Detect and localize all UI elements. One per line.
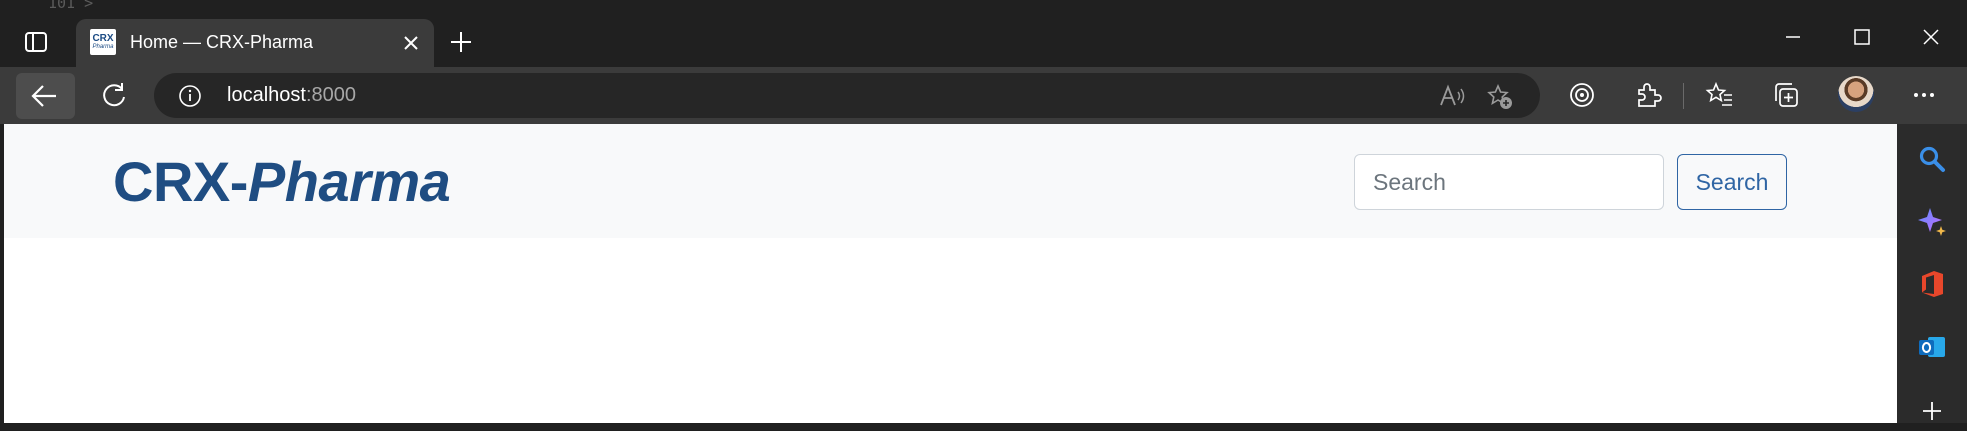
collections-icon[interactable] — [1771, 80, 1801, 110]
add-icon[interactable] — [1917, 396, 1947, 426]
maximize-icon[interactable] — [1847, 22, 1877, 52]
search-button[interactable]: Search — [1677, 154, 1787, 210]
add-favorite-icon[interactable] — [1486, 83, 1514, 111]
read-aloud-icon[interactable] — [1438, 83, 1468, 109]
address-bar[interactable]: localhost:8000 — [154, 73, 1540, 118]
close-tab-icon[interactable] — [400, 32, 422, 54]
tab-title: Home — CRX-Pharma — [130, 32, 314, 52]
tab-home[interactable]: CRX Pharma Home — CRX-Pharma — [76, 19, 434, 67]
refresh-icon[interactable] — [96, 77, 132, 113]
browser-toolbar: localhost:8000 — [0, 67, 1967, 124]
search-input[interactable] — [1354, 154, 1664, 210]
more-icon[interactable] — [1909, 80, 1939, 110]
new-tab-icon[interactable] — [447, 28, 475, 56]
tab-actions-icon[interactable] — [22, 28, 50, 56]
tracking-icon[interactable] — [1567, 80, 1597, 110]
browser-sidebar — [1897, 124, 1967, 423]
back-icon — [31, 85, 56, 107]
office-icon[interactable] — [1917, 269, 1947, 299]
brand-logo[interactable]: CRX-Pharma — [113, 154, 451, 210]
minimize-icon[interactable] — [1778, 22, 1808, 52]
close-window-icon[interactable] — [1916, 22, 1946, 52]
tab-strip: 101 > CRX Pharma Home — CRX-Pharma — [0, 0, 1967, 67]
page-viewport: CRX-Pharma Search — [4, 124, 1897, 423]
site-navbar: CRX-Pharma Search — [4, 124, 1897, 238]
profile-avatar[interactable] — [1838, 76, 1874, 112]
extensions-icon[interactable] — [1633, 80, 1663, 110]
background-peek-text: 101 > — [48, 0, 94, 12]
outlook-icon[interactable] — [1917, 332, 1947, 362]
info-icon[interactable] — [178, 84, 202, 108]
toolbar-separator — [1683, 83, 1684, 109]
favorites-icon[interactable] — [1705, 80, 1735, 110]
search-icon[interactable] — [1917, 144, 1947, 174]
url-text[interactable]: localhost:8000 — [227, 84, 356, 107]
site-favicon: CRX Pharma — [90, 29, 116, 55]
back-button[interactable] — [16, 73, 75, 119]
copilot-icon[interactable] — [1917, 206, 1947, 236]
